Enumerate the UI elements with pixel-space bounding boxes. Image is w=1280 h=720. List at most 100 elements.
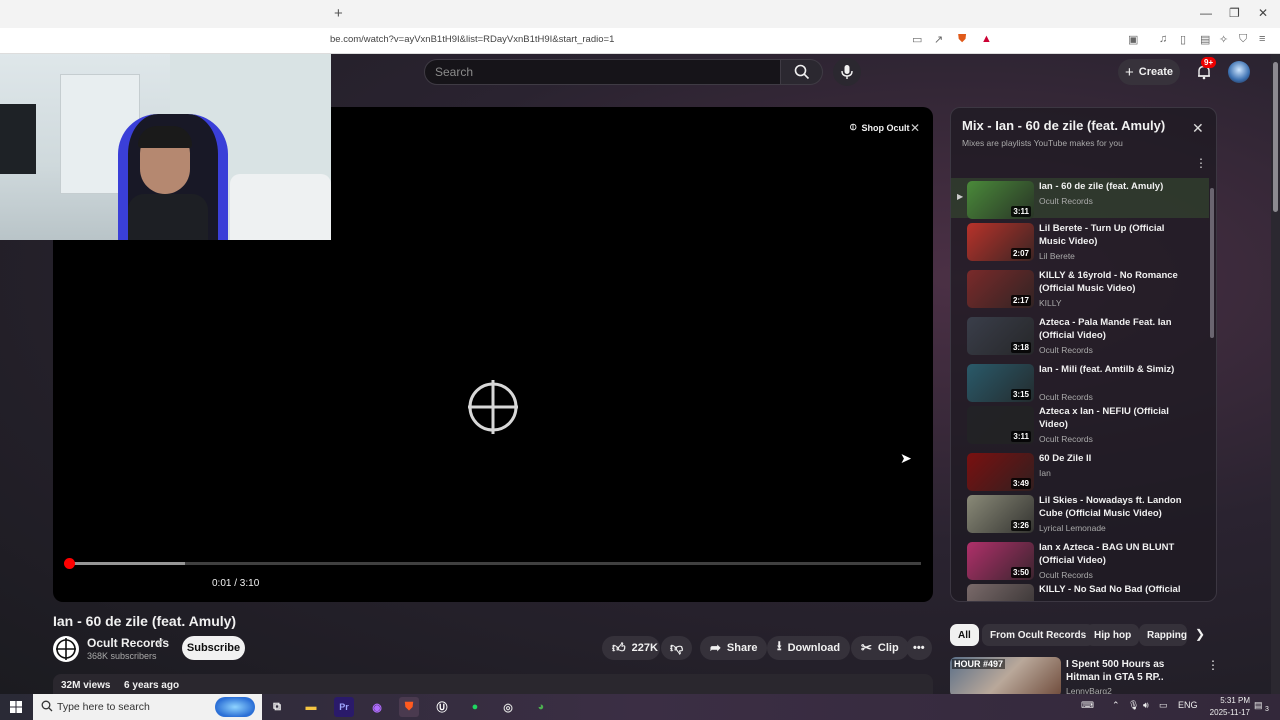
playlist-item[interactable]: 2:07 Lil Berete - Turn Up (Official Music…	[951, 220, 1209, 266]
playlist-thumbnail[interactable]: 2:07	[967, 223, 1034, 261]
shop-close-icon[interactable]: ✕	[910, 121, 920, 135]
notification-center-icon[interactable]: ▤	[1254, 700, 1263, 711]
playlist-item-title[interactable]: Ian - 60 de zile (feat. Amuly)	[1039, 180, 1189, 193]
recommended-channel[interactable]: LennyBarg2	[1066, 686, 1112, 694]
chip-all[interactable]: All	[950, 624, 979, 646]
taskbar-search[interactable]: Type here to search	[33, 694, 262, 720]
clip-button[interactable]: ✂ Clip	[851, 636, 909, 660]
keyboard-icon[interactable]: ⌨	[1081, 700, 1094, 711]
playlist-item-title[interactable]: KILLY & 16yrold - No Romance (Official M…	[1039, 269, 1189, 295]
url-text[interactable]: be.com/watch?v=ayVxnB1tH9I&list=RDayVxnB…	[330, 34, 614, 45]
chip-rapping[interactable]: Rapping	[1139, 624, 1187, 646]
playlist-thumbnail[interactable]: 3:50	[967, 542, 1034, 580]
playlist-item[interactable]: 3:26 Lil Skies - Nowadays ft. Landon Cube…	[951, 492, 1209, 538]
page-scrollbar[interactable]	[1271, 54, 1280, 694]
playlist-item[interactable]: 3:11 Azteca x Ian - NEFIU (Official Video…	[951, 403, 1209, 449]
account-avatar[interactable]	[1228, 61, 1250, 83]
sidebar-toggle-icon[interactable]: ▣	[1128, 33, 1138, 46]
reader-icon[interactable]: ▯	[1180, 33, 1186, 46]
chip-hip-hop[interactable]: Hip hop	[1086, 624, 1140, 646]
input-language[interactable]: ENG	[1178, 700, 1198, 710]
playlist-scrollbar[interactable]	[1210, 184, 1214, 584]
brave-rewards-icon[interactable]: ▲	[981, 33, 992, 45]
minimize-button[interactable]: —	[1200, 6, 1212, 20]
playlist-item-title[interactable]: Ian - Mili (feat. Amtilb & Simiz)	[1039, 363, 1189, 376]
playlist-thumbnail[interactable]	[967, 584, 1034, 601]
chrome-icon[interactable]: ◕	[531, 697, 551, 717]
playlist-scroll-thumb[interactable]	[1210, 188, 1214, 338]
mic-tray-icon[interactable]: 🎙︎	[1128, 700, 1139, 711]
scrubber-knob[interactable]	[64, 558, 76, 569]
more-actions-button[interactable]: •••	[906, 636, 932, 660]
playlist-item-title[interactable]: Ian x Azteca - BAG UN BLUNT (Official Vi…	[1039, 541, 1189, 567]
more-vertical-icon[interactable]: ⋮	[1195, 156, 1207, 170]
unreal-engine-icon[interactable]: Ⓤ	[432, 697, 452, 717]
taskbar-clock[interactable]: 5:31 PM 2025-11-17	[1206, 695, 1250, 719]
share-page-icon[interactable]: ↗	[934, 33, 943, 46]
playlist-thumbnail[interactable]: 3:11	[967, 406, 1034, 444]
search-input[interactable]	[425, 60, 780, 84]
description-box[interactable]	[53, 674, 933, 694]
music-icon[interactable]: ♫	[1159, 33, 1167, 45]
playlist-thumbnail[interactable]: 2:17	[967, 270, 1034, 308]
restore-button[interactable]: ❐	[1229, 6, 1240, 20]
menu-icon[interactable]: ≡	[1259, 33, 1265, 45]
subscribe-button[interactable]: Subscribe	[182, 636, 245, 660]
vpn-icon[interactable]: ⛉	[1239, 33, 1247, 46]
playlist-thumbnail[interactable]: 3:15	[967, 364, 1034, 402]
new-tab-button[interactable]: +	[334, 5, 343, 22]
playlist-item-title[interactable]: Azteca - Pala Mande Feat. Ian (Official …	[1039, 316, 1189, 342]
chip-from-channel[interactable]: From Ocult Records	[982, 624, 1095, 646]
voice-search-button[interactable]	[833, 58, 861, 86]
download-button[interactable]: ⭳ Download	[767, 636, 851, 660]
task-view-icon[interactable]: ⧉	[267, 697, 287, 717]
playlist-item[interactable]: 3:18 Azteca - Pala Mande Feat. Ian (Offic…	[951, 314, 1209, 360]
create-button[interactable]: + Create	[1118, 59, 1180, 85]
search-button[interactable]	[781, 59, 823, 85]
playlist-item-title[interactable]: Azteca x Ian - NEFIU (Official Video)	[1039, 405, 1189, 431]
share-button[interactable]: ➦ Share	[700, 636, 768, 660]
playlist-thumbnail[interactable]: 3:11	[967, 181, 1034, 219]
chevron-right-icon[interactable]: ❯	[1195, 627, 1205, 641]
playlist-item[interactable]: 2:17 KILLY & 16yrold - No Romance (Offici…	[951, 267, 1209, 313]
premiere-pro-icon[interactable]: Pr	[334, 697, 354, 717]
playlist-item-title[interactable]: 60 De Zile II	[1039, 452, 1189, 465]
brave-browser-icon[interactable]: ⛊	[399, 697, 419, 717]
channel-avatar[interactable]	[53, 636, 79, 662]
playlist-item[interactable]: ▶ 3:11 Ian - 60 de zile (feat. Amuly) Ocult…	[951, 178, 1209, 219]
discord-icon[interactable]: ◉	[367, 697, 387, 717]
playlist-thumbnail[interactable]: 3:18	[967, 317, 1034, 355]
cast-icon[interactable]: ▭	[912, 33, 922, 46]
progress-bar[interactable]	[65, 562, 921, 565]
leo-ai-icon[interactable]: ✧	[1219, 33, 1228, 46]
wallet-icon[interactable]: ▤	[1200, 33, 1210, 46]
like-button[interactable]: 👍︎ 227K	[602, 636, 660, 660]
close-playlist-icon[interactable]: ✕	[1192, 120, 1204, 137]
more-vertical-icon[interactable]: ⋮	[1207, 658, 1219, 672]
playlist-item[interactable]: 3:49 60 De Zile II Ian	[951, 450, 1209, 496]
speaker-icon[interactable]: 🔊︎	[1143, 700, 1149, 711]
page-scroll-thumb[interactable]	[1273, 62, 1278, 212]
brave-shield-icon[interactable]: ⛊	[958, 33, 966, 46]
shop-button[interactable]: ⦶ Shop Ocult	[850, 122, 910, 133]
close-window-button[interactable]: ✕	[1258, 6, 1268, 20]
file-explorer-icon[interactable]: ▬	[301, 697, 321, 717]
address-bar[interactable]: be.com/watch?v=ayVxnB1tH9I&list=RDayVxnB…	[0, 28, 1280, 54]
playlist-title[interactable]: Mix - Ian - 60 de zile (feat. Amuly)	[962, 118, 1165, 133]
dislike-button[interactable]: 👎︎	[661, 636, 692, 660]
search-box[interactable]	[424, 59, 781, 85]
playlist-item[interactable]: 3:50 Ian x Azteca - BAG UN BLUNT (Officia…	[951, 539, 1209, 585]
network-icon[interactable]: ▭	[1159, 700, 1168, 711]
recommended-thumbnail[interactable]: HOUR #497	[950, 657, 1061, 694]
spotify-icon[interactable]: ●	[465, 697, 485, 717]
playlist-item-title[interactable]: Lil Skies - Nowadays ft. Landon Cube (Of…	[1039, 494, 1189, 520]
playlist-thumbnail[interactable]: 3:26	[967, 495, 1034, 533]
obs-icon[interactable]: ◎	[498, 697, 518, 717]
playlist-item[interactable]: 3:15 Ian - Mili (feat. Amtilb & Simiz) Ocu…	[951, 361, 1209, 407]
playlist-thumbnail[interactable]: 3:49	[967, 453, 1034, 491]
playlist-item-title[interactable]: Lil Berete - Turn Up (Official Music Vid…	[1039, 222, 1189, 248]
chevron-up-icon[interactable]: ⌃	[1112, 700, 1120, 711]
playlist-item[interactable]: KILLY - No Sad No Bad (Official	[951, 581, 1209, 601]
playlist-item-title[interactable]: KILLY - No Sad No Bad (Official	[1039, 583, 1189, 596]
start-button[interactable]	[0, 694, 32, 720]
